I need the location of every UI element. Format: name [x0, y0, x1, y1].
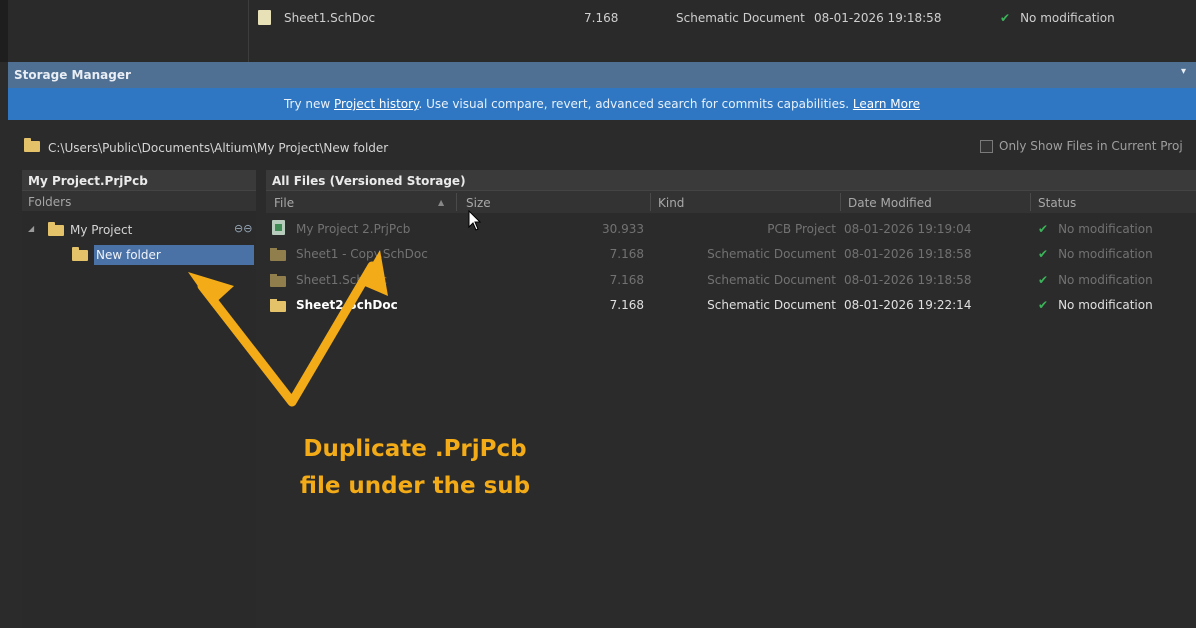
arrow-head-left: [188, 272, 234, 306]
annotation-line-1: Duplicate .PrjPcb: [303, 436, 527, 462]
annotation-line-2: file under the sub: [299, 473, 531, 499]
annotation-arrows: [188, 250, 388, 407]
mouse-cursor-icon: [468, 210, 482, 231]
annotation-text: Duplicate .PrjPcb file under the sub: [270, 431, 560, 505]
